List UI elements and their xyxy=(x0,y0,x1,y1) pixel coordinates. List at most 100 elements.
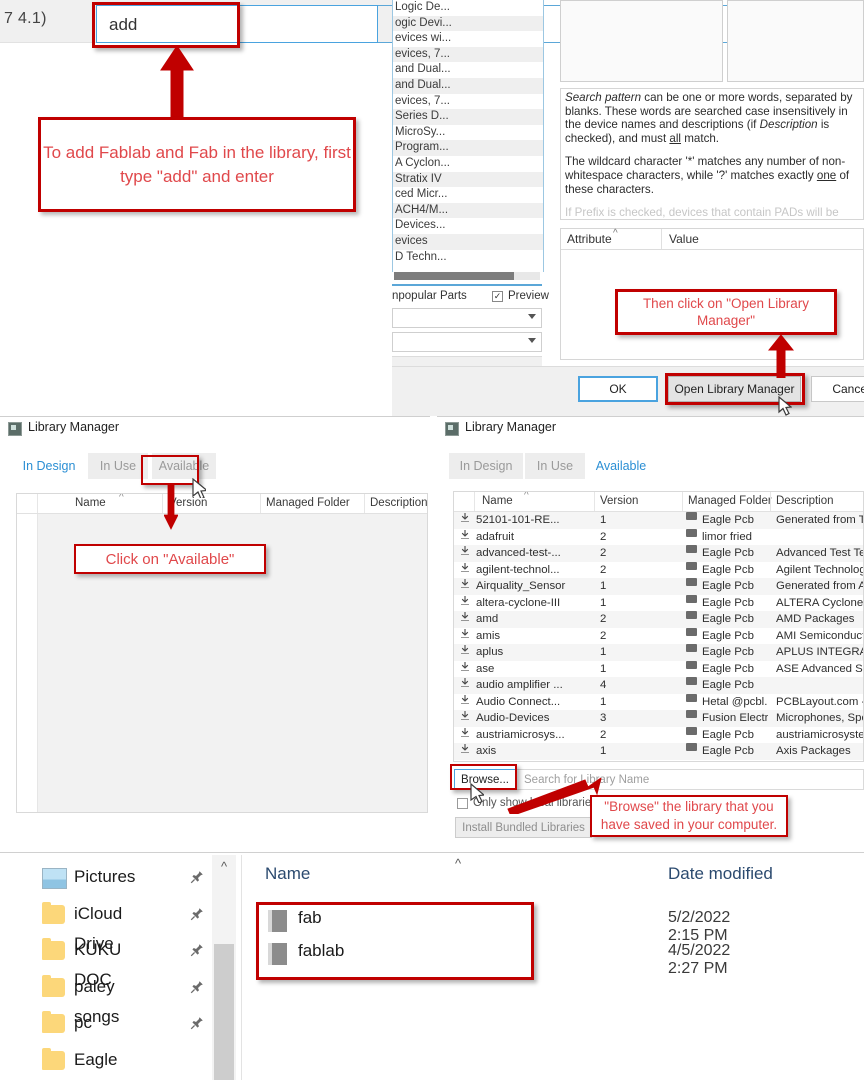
pictures-icon xyxy=(42,868,67,889)
sidebar-item-pictures[interactable]: Pictures xyxy=(74,862,135,892)
scroll-up-icon[interactable]: ^ xyxy=(212,855,236,879)
download-icon[interactable] xyxy=(460,529,470,539)
tab-in-use[interactable]: In Use xyxy=(525,453,585,479)
download-icon[interactable] xyxy=(460,644,470,654)
device-list-item[interactable]: MicroSy... xyxy=(393,124,543,141)
table-row[interactable]: Audio-Devices 3 Fusion Electr... Microphone… xyxy=(454,710,863,727)
file-name[interactable]: fablab xyxy=(298,941,344,961)
cell-version: 2 xyxy=(600,613,607,625)
explorer-scroll-thumb[interactable] xyxy=(214,944,234,1080)
download-icon[interactable] xyxy=(460,727,470,737)
device-list-item[interactable]: and Dual... xyxy=(393,62,543,78)
download-icon[interactable] xyxy=(460,743,470,753)
device-list-item[interactable]: Program... xyxy=(393,140,543,156)
download-icon[interactable] xyxy=(460,578,470,588)
col-managed-folder[interactable]: Managed Folder xyxy=(266,497,350,509)
table-row[interactable]: altera-cyclone-III 1 Eagle Pcb ALTERA Cyclo… xyxy=(454,594,863,611)
explorer-col-date-modified[interactable]: Date modified xyxy=(668,864,773,884)
pin-icon[interactable] xyxy=(190,1016,204,1030)
file-name[interactable]: fab xyxy=(298,908,322,928)
sidebar-item-paley-songs[interactable]: paley songs xyxy=(74,972,119,1026)
table-row[interactable]: 52101-101-RE... 1 Eagle Pcb Generated from … xyxy=(454,512,863,529)
table-row[interactable]: aplus 1 Eagle Pcb APLUS INTEGRATE xyxy=(454,644,863,661)
device-list-hscrollbar[interactable] xyxy=(394,272,540,280)
device-list-item[interactable]: ogic Devi... xyxy=(393,15,543,32)
download-icon[interactable] xyxy=(460,710,470,720)
device-list-item[interactable]: A Cyclon... xyxy=(393,155,543,172)
tab-available[interactable]: Available xyxy=(152,453,216,479)
col-name[interactable]: Name xyxy=(75,497,106,509)
device-list-item[interactable]: evices, 7... xyxy=(393,46,543,63)
device-list-item[interactable]: Logic De... xyxy=(393,0,543,16)
table-row[interactable]: Audio Connect... 1 Hetal @pcbl... PCBLayout… xyxy=(454,693,863,710)
col-description[interactable]: Description xyxy=(370,497,427,509)
table-row[interactable]: austriamicrosys... 2 Eagle Pcb austriamicro… xyxy=(454,726,863,743)
pin-icon[interactable] xyxy=(190,943,204,957)
tab-available[interactable]: Available xyxy=(589,453,653,479)
download-icon[interactable] xyxy=(460,661,470,671)
sidebar-item-kuku-doc[interactable]: KUKU DOC xyxy=(74,935,121,989)
cancel-button[interactable]: Cancel xyxy=(811,376,864,402)
table-row[interactable]: ase 1 Eagle Pcb ASE Advanced Sem xyxy=(454,660,863,677)
table-row[interactable]: advanced-test-... 2 Eagle Pcb Advanced Test… xyxy=(454,545,863,562)
download-icon[interactable] xyxy=(460,512,470,522)
cell-managed-folder: Eagle Pcb xyxy=(702,596,754,609)
download-icon[interactable] xyxy=(460,562,470,572)
col-name[interactable]: Name xyxy=(482,495,513,507)
pin-icon[interactable] xyxy=(190,980,204,994)
pin-icon[interactable] xyxy=(190,907,204,921)
device-results-list[interactable]: Logic De... ogic Devi... evices wi... evice… xyxy=(392,0,544,272)
dialog-dropdown-1[interactable] xyxy=(392,308,542,328)
download-icon[interactable] xyxy=(460,694,470,704)
table-row[interactable]: audio amplifier ... 4 Eagle Pcb xyxy=(454,677,863,694)
device-list-item[interactable]: Series D... xyxy=(393,109,543,125)
preview-label: Preview xyxy=(508,290,549,302)
table-row[interactable]: amd 2 Eagle Pcb AMD Packages xyxy=(454,611,863,628)
tab-in-design[interactable]: In Design xyxy=(449,453,523,479)
search-input[interactable]: add xyxy=(96,5,378,43)
dialog-dropdown-2[interactable] xyxy=(392,332,542,352)
tab-in-use[interactable]: In Use xyxy=(88,453,148,479)
device-list-item[interactable]: evices xyxy=(393,233,543,250)
sidebar-item-eagle[interactable]: Eagle xyxy=(74,1045,117,1075)
explorer-col-name[interactable]: Name xyxy=(265,864,310,884)
table-row[interactable]: axis 1 Eagle Pcb Axis Packages xyxy=(454,743,863,760)
table-row[interactable]: Airquality_Sensor 1 Eagle Pcb Generated fro… xyxy=(454,578,863,595)
device-list-item[interactable]: and Dual... xyxy=(393,77,543,94)
download-icon[interactable] xyxy=(460,611,470,621)
managed-folder-icon xyxy=(686,512,697,520)
download-icon[interactable] xyxy=(460,595,470,605)
sidebar-item-pc[interactable]: pc xyxy=(74,1008,92,1038)
device-list-item[interactable]: D Techn... xyxy=(393,249,543,266)
device-list-item[interactable]: evices, 7... xyxy=(393,93,543,110)
table-row[interactable]: adafruit 2 limor fried xyxy=(454,528,863,545)
only-local-checkbox[interactable] xyxy=(457,798,468,809)
download-icon[interactable] xyxy=(460,677,470,687)
col-description[interactable]: Description xyxy=(776,495,834,507)
download-icon[interactable] xyxy=(460,545,470,555)
explorer-sort-caret-icon: ^ xyxy=(455,856,462,871)
annotation-add-note: To add Fablab and Fab in the library, fi… xyxy=(38,117,356,212)
pin-icon[interactable] xyxy=(190,870,204,884)
col-version[interactable]: Version xyxy=(600,495,638,507)
table-row[interactable]: amis 2 Eagle Pcb AMI Semiconductor xyxy=(454,627,863,644)
preview-checkbox[interactable]: ✓ xyxy=(492,291,503,302)
install-bundled-libraries-button[interactable]: Install Bundled Libraries xyxy=(455,817,592,838)
app-icon xyxy=(8,422,22,436)
cell-managed-folder: Fusion Electr... xyxy=(702,712,768,724)
download-icon[interactable] xyxy=(460,628,470,638)
cell-version: 1 xyxy=(600,662,607,675)
device-list-item[interactable]: evices wi... xyxy=(393,31,543,47)
symbol-preview-pane xyxy=(560,0,723,82)
device-list-item[interactable]: Stratix IV xyxy=(393,171,543,188)
device-list-item[interactable]: ced Micr... xyxy=(393,187,543,203)
col-managed-folder[interactable]: Managed Folder xyxy=(688,495,772,507)
ok-button[interactable]: OK xyxy=(578,376,658,402)
tab-in-design[interactable]: In Design xyxy=(12,453,86,479)
device-list-item[interactable]: Devices... xyxy=(393,218,543,234)
cell-description: AMD Packages xyxy=(776,613,855,625)
folder-icon xyxy=(42,1047,65,1070)
sidebar-item-icloud-drive[interactable]: iCloud Drive xyxy=(74,899,122,953)
device-list-item[interactable]: ACH4/M... xyxy=(393,202,543,219)
table-row[interactable]: agilent-technol... 2 Eagle Pcb Agilent Tech… xyxy=(454,561,863,578)
